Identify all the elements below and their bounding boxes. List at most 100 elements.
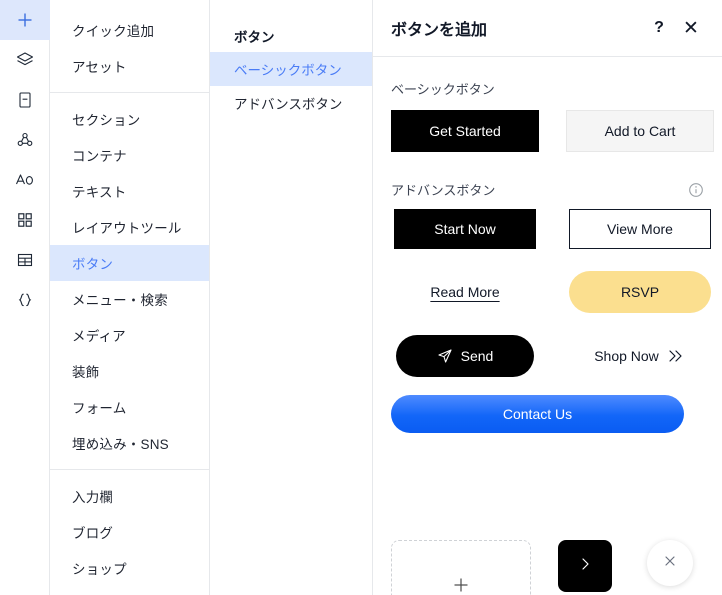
- subcategory-item-advanced-button[interactable]: アドバンスボタン: [210, 86, 372, 120]
- basic-button-grid: Get Started Add to Cart: [391, 110, 714, 152]
- editor-add-panel: クイック追加 アセット セクション コンテナ テキスト レイアウトツール ボタン: [0, 0, 722, 595]
- panel-header: ボタンを追加 ? ✕: [373, 0, 722, 57]
- help-button[interactable]: ?: [646, 15, 672, 41]
- typography-icon: [14, 170, 36, 190]
- category-item-media[interactable]: メディア: [50, 317, 209, 353]
- category-divider: [50, 92, 209, 93]
- left-icon-rail: [0, 0, 50, 595]
- preview-button-send[interactable]: Send: [396, 335, 534, 377]
- cell: RSVP: [566, 271, 714, 313]
- subcategory-title: ボタン: [234, 30, 275, 45]
- category-item-blog[interactable]: ブログ: [50, 514, 209, 550]
- preview-button-shop-now[interactable]: Shop Now: [594, 348, 686, 364]
- shape-col-left: [391, 540, 531, 595]
- subcategory-label: アドバンスボタン: [234, 97, 343, 112]
- section-title-advanced: アドバンスボタン: [391, 183, 496, 198]
- preview-button-add-to-cart[interactable]: Add to Cart: [566, 110, 714, 152]
- section-header-basic: ベーシックボタン: [391, 57, 704, 110]
- category-label: 入力欄: [72, 490, 114, 505]
- cell: View More: [566, 209, 714, 249]
- category-item-text[interactable]: テキスト: [50, 173, 209, 209]
- plus-icon: [452, 576, 470, 595]
- cell: Add to Cart: [566, 110, 714, 152]
- add-placeholder-box[interactable]: [391, 540, 531, 595]
- category-item-input[interactable]: 入力欄: [50, 478, 209, 514]
- question-mark-icon: ?: [654, 19, 664, 36]
- category-item-menu-search[interactable]: メニュー・検索: [50, 281, 209, 317]
- close-circle-button[interactable]: [647, 540, 693, 586]
- add-icon: [15, 10, 35, 30]
- shape-preview-row: [391, 540, 704, 595]
- shop-now-label: Shop Now: [594, 348, 659, 364]
- preview-button-start-now[interactable]: Start Now: [394, 209, 536, 249]
- category-label: ボタン: [72, 257, 114, 272]
- chevron-square-button[interactable]: [558, 540, 612, 592]
- cell: Shop Now: [566, 348, 714, 364]
- subcategory-label: ベーシックボタン: [234, 63, 342, 78]
- page-icon: [15, 90, 35, 110]
- panel-title: ボタンを追加: [391, 22, 488, 39]
- category-item-decoration[interactable]: 装飾: [50, 353, 209, 389]
- rail-item-code[interactable]: [0, 280, 50, 320]
- rail-item-add[interactable]: [0, 0, 50, 40]
- category-label: レイアウトツール: [72, 221, 182, 236]
- advanced-button-grid: Start Now View More Read More RSVP Send …: [391, 209, 711, 377]
- rail-item-grid[interactable]: [0, 200, 50, 240]
- category-label: コンテナ: [72, 149, 127, 164]
- send-icon: [437, 348, 453, 364]
- category-item-shop[interactable]: ショップ: [50, 550, 209, 586]
- shape-col-middle: [558, 540, 620, 595]
- rail-item-typography[interactable]: [0, 160, 50, 200]
- preview-button-view-more[interactable]: View More: [569, 209, 711, 249]
- rail-item-table[interactable]: [0, 240, 50, 280]
- subcategory-column: ボタン ベーシックボタン アドバンスボタン: [210, 0, 373, 595]
- close-icon: ✕: [683, 17, 699, 39]
- code-icon: [15, 290, 35, 310]
- preview-button-get-started[interactable]: Get Started: [391, 110, 539, 152]
- close-icon: [662, 553, 678, 574]
- preview-button-contact-us[interactable]: Contact Us: [391, 395, 684, 433]
- category-item-assets[interactable]: アセット: [50, 48, 209, 84]
- section-header-advanced: アドバンスボタン: [391, 152, 704, 209]
- preview-button-rsvp[interactable]: RSVP: [569, 271, 711, 313]
- cell: Read More: [391, 284, 539, 300]
- category-label: テキスト: [72, 185, 127, 200]
- close-panel-button[interactable]: ✕: [678, 15, 704, 41]
- category-group-3: 入力欄 ブログ ショップ: [50, 478, 209, 586]
- category-item-section[interactable]: セクション: [50, 101, 209, 137]
- add-button-panel: ボタンを追加 ? ✕ ベーシックボタン Get Started Add to C…: [373, 0, 722, 595]
- rail-item-apps[interactable]: [0, 120, 50, 160]
- molecule-icon: [15, 130, 35, 150]
- category-column: クイック追加 アセット セクション コンテナ テキスト レイアウトツール ボタン: [50, 0, 210, 595]
- category-label: セクション: [72, 113, 141, 128]
- cell: Start Now: [391, 209, 539, 249]
- category-item-button[interactable]: ボタン: [50, 245, 209, 281]
- category-label: メニュー・検索: [72, 293, 168, 308]
- category-divider: [50, 469, 209, 470]
- category-item-container[interactable]: コンテナ: [50, 137, 209, 173]
- double-chevron-right-icon: [666, 349, 686, 363]
- rail-item-page[interactable]: [0, 80, 50, 120]
- category-label: 装飾: [72, 365, 100, 380]
- rail-item-layers[interactable]: [0, 40, 50, 80]
- category-item-layout-tools[interactable]: レイアウトツール: [50, 209, 209, 245]
- shape-col-right: [620, 540, 709, 595]
- category-label: ショップ: [72, 562, 127, 577]
- info-icon[interactable]: [688, 182, 704, 198]
- category-item-form[interactable]: フォーム: [50, 389, 209, 425]
- subcategory-item-basic-button[interactable]: ベーシックボタン: [210, 52, 372, 86]
- layers-icon: [15, 50, 35, 70]
- category-item-quick-add[interactable]: クイック追加: [50, 12, 209, 48]
- section-title-basic: ベーシックボタン: [391, 82, 495, 97]
- category-label: 埋め込み・SNS: [72, 437, 169, 452]
- category-item-embed-sns[interactable]: 埋め込み・SNS: [50, 425, 209, 461]
- cell: Send: [391, 335, 539, 377]
- send-label: Send: [460, 348, 494, 364]
- panel-body: ベーシックボタン Get Started Add to Cart アドバンスボタ…: [373, 57, 722, 595]
- cell: Get Started: [391, 110, 539, 152]
- preview-button-read-more[interactable]: Read More: [430, 284, 499, 300]
- table-icon: [15, 250, 35, 270]
- category-label: ブログ: [72, 526, 114, 541]
- chevron-right-icon: [577, 556, 593, 577]
